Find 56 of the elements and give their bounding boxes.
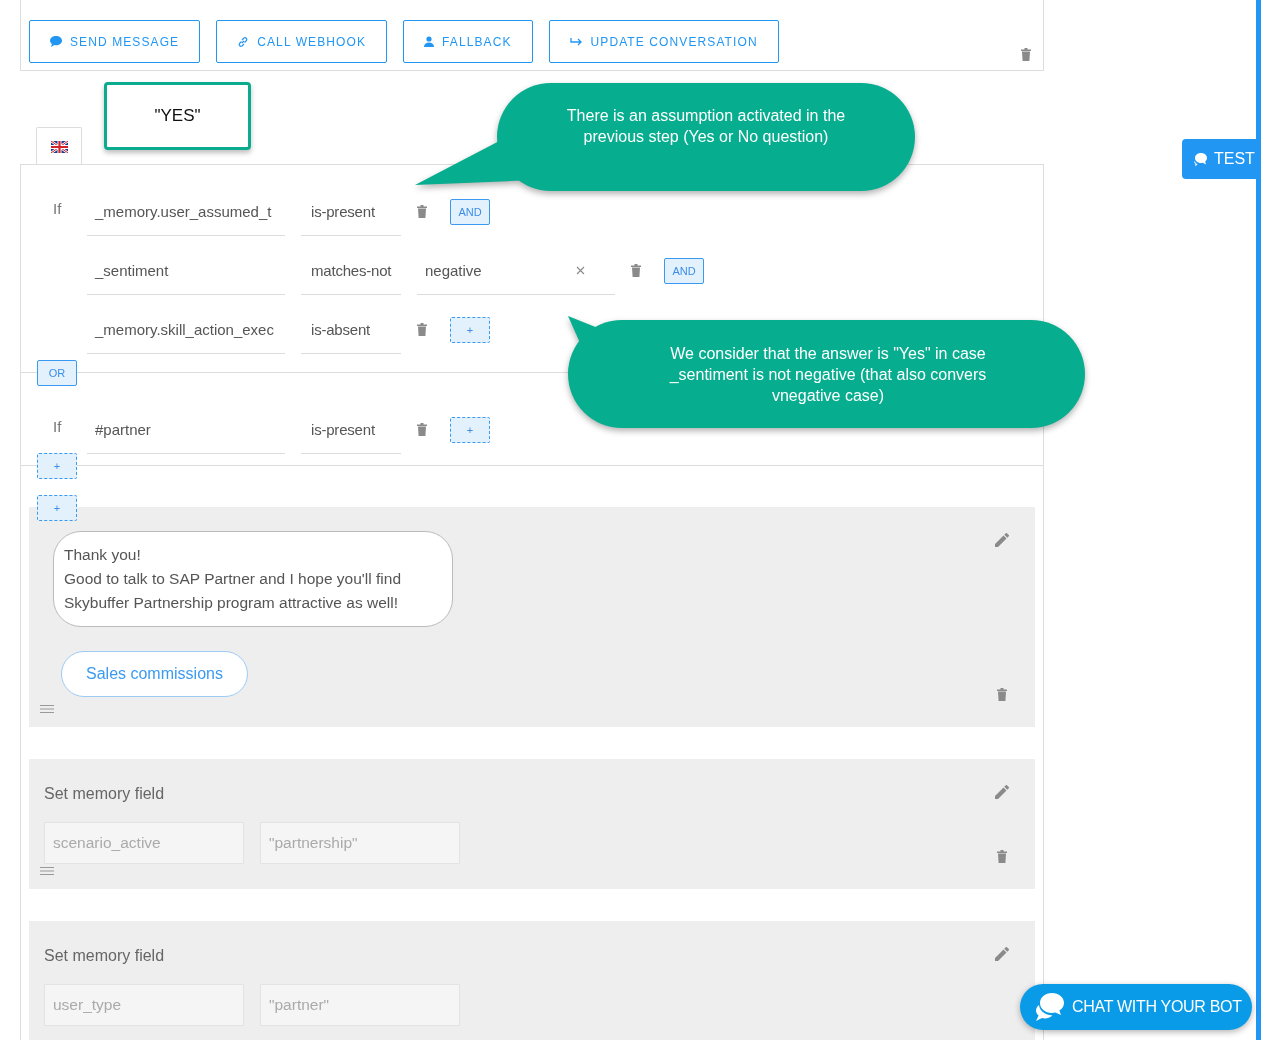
trash-icon[interactable] <box>417 205 427 218</box>
flag-icon <box>50 140 68 153</box>
callout-text: There is an assumption activated in the previous step (Yes or No question) <box>565 106 847 147</box>
pencil-icon[interactable] <box>995 785 1009 799</box>
card-title: Set memory field <box>44 785 165 803</box>
operator-select[interactable]: is-present <box>301 405 401 454</box>
field-input[interactable]: _memory.skill_action_exec <box>87 305 285 354</box>
add-group-button[interactable]: + <box>37 453 77 479</box>
trash-icon[interactable] <box>417 423 427 436</box>
add-condition-button[interactable]: + <box>450 316 490 343</box>
chat-icon <box>50 36 62 47</box>
action-button[interactable]: CALL WEBHOOK <box>216 20 387 63</box>
operator-select[interactable]: matches-not <box>301 246 401 295</box>
trash-icon[interactable] <box>997 688 1007 701</box>
clear-icon[interactable] <box>576 265 585 275</box>
memory-key-field[interactable]: scenario_active <box>44 822 244 864</box>
chat-bubbles-icon <box>1034 992 1066 1022</box>
chat-icon <box>1193 152 1208 166</box>
callout-text: We consider that the answer is "Yes" in case _sentiment is not negative (that also convers vnegative case) <box>668 344 988 406</box>
link-icon <box>237 35 250 48</box>
or-button[interactable]: OR <box>37 360 77 386</box>
memory-key-field[interactable]: user_type <box>44 984 244 1026</box>
operator-select[interactable]: is-absent <box>301 305 401 354</box>
action-button[interactable]: SEND MESSAGE <box>29 20 201 63</box>
trash-icon[interactable] <box>997 850 1007 863</box>
drag-handle-icon[interactable] <box>40 705 54 713</box>
pencil-icon[interactable] <box>995 533 1009 547</box>
memory-value-field[interactable]: "partnership" <box>260 822 460 864</box>
test-button[interactable]: TEST <box>1182 139 1256 179</box>
field-input[interactable]: _sentiment <box>87 246 285 295</box>
action-button[interactable]: UPDATE CONVERSATION <box>548 20 779 63</box>
memory-value-field[interactable]: "partner" <box>260 984 460 1026</box>
if-label: If <box>53 418 62 435</box>
pencil-icon[interactable] <box>995 947 1009 961</box>
message-bubble: Thank you! Good to talk to SAP Partner and I hope you'll find Skybuffer Partnership program attractive as well! <box>53 531 453 627</box>
person-icon <box>424 36 434 47</box>
add-condition-button[interactable]: + <box>450 416 490 443</box>
chat-button[interactable]: CHAT WITH YOUR BOT <box>1020 984 1252 1030</box>
drag-handle-icon[interactable] <box>40 867 54 875</box>
field-input[interactable]: _memory.user_assumed_t <box>87 187 285 236</box>
language-tab[interactable] <box>36 127 82 165</box>
and-button[interactable]: AND <box>664 257 704 284</box>
trash-icon[interactable] <box>417 323 427 336</box>
action-button[interactable]: FALLBACK <box>403 20 533 63</box>
add-action-button[interactable]: + <box>37 495 77 521</box>
trash-icon[interactable] <box>631 264 641 277</box>
trash-icon[interactable] <box>1021 48 1031 61</box>
field-input[interactable]: #partner <box>87 405 285 454</box>
arrow-icon <box>569 36 583 47</box>
note-box: "YES" <box>104 82 251 150</box>
and-button[interactable]: AND <box>450 198 490 225</box>
value-input[interactable]: negative <box>417 246 615 295</box>
if-label: If <box>53 200 62 217</box>
quick-reply-button[interactable]: Sales commissions <box>61 651 248 697</box>
card-title: Set memory field <box>44 947 165 965</box>
operator-select[interactable]: is-present <box>301 187 401 236</box>
